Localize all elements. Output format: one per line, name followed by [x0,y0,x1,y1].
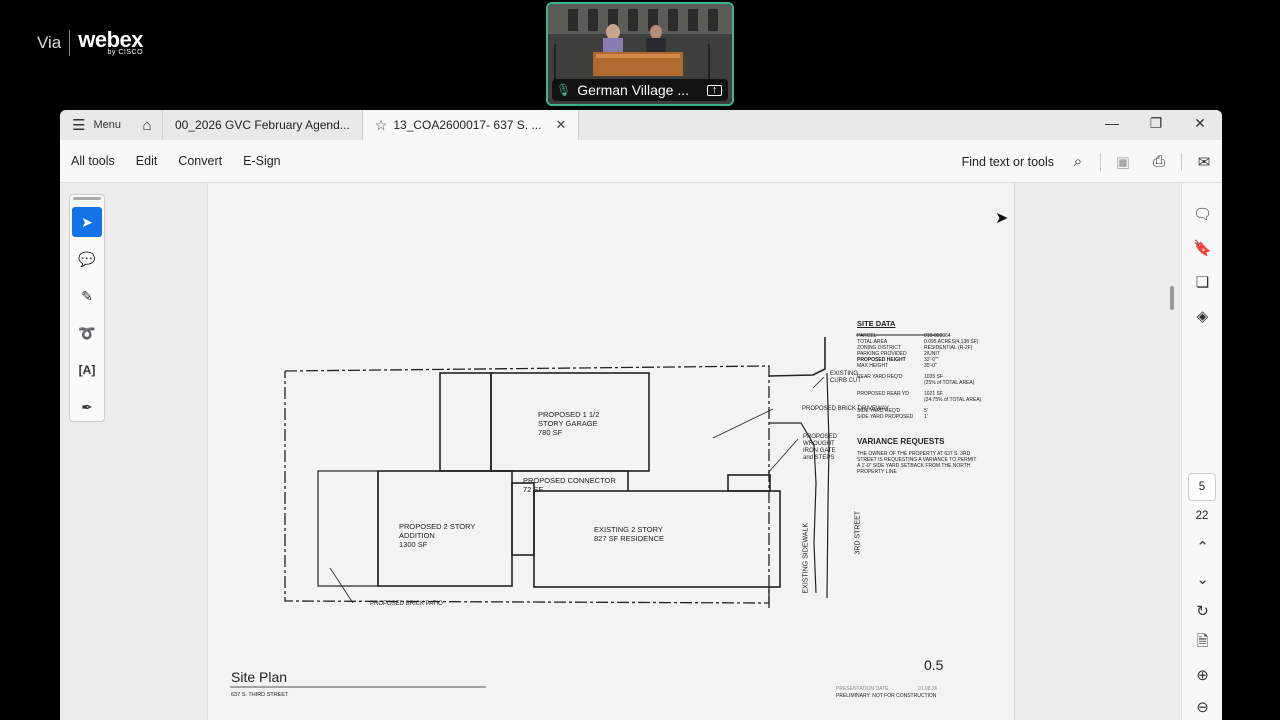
save-icon[interactable]: ▣ [1105,153,1141,171]
zoom-out-icon[interactable]: ⊖ [1182,691,1222,720]
window-controls: — ❐ ✕ [1090,110,1222,140]
rotate-icon[interactable]: ↻ [1182,595,1222,627]
main-toolbar: All tools Edit Convert E-Sign Find text … [60,140,1222,183]
preliminary-note: PRELIMINARY: NOT FOR CONSTRUCTION [836,693,937,699]
presentation-date: 01.08.26 [918,686,938,692]
esign-button[interactable]: E-Sign [243,154,281,168]
pdf-page[interactable]: SITE DATA PARCEL 010-003964 TOTAL AREA 0.09… [207,183,1015,720]
star-icon[interactable]: ☆ [375,117,388,134]
site-data-row: (25% of TOTAL AREA) [857,380,997,386]
layers-icon[interactable]: ◈ [1182,299,1222,333]
email-icon[interactable]: ✉ [1186,153,1222,171]
all-tools-button[interactable]: All tools [71,154,115,168]
site-data-row: SIDE YARD PROPOSED 1' [857,414,997,420]
pages-icon[interactable]: ❏ [1182,265,1222,299]
share-screen-icon[interactable]: ↑ [707,84,722,96]
site-data-value: (24.75% of TOTAL AREA) [924,397,982,403]
label-street: 3RD STREET [854,510,862,555]
page-up-icon[interactable]: ⌃ [1182,531,1222,563]
edit-button[interactable]: Edit [136,154,158,168]
webex-logo: webex [78,27,144,52]
right-rail: 🗨 🔖 ❏ ◈ 5 22 ⌃ ⌄ ↻ 🗎 ⊕ ⊖ [1181,183,1222,720]
quick-tools-panel: ➤ 💬 ✎ ➰ [A] ✒ [69,194,105,422]
hamburger-icon: ☰ [72,117,86,134]
extract-page-icon[interactable]: 🗎 [1182,627,1222,659]
menu-label: Menu [93,119,121,131]
acrobat-window: ☰ Menu ⌂ 00_2026 GVC February Agend... ☆… [60,110,1222,720]
site-data-title: SITE DATA [857,319,896,328]
sheet-number: 0.5 [924,657,944,673]
site-data-key: SIDE YARD PROPOSED [857,414,914,420]
highlight-icon[interactable]: ✎ [72,281,102,311]
participant-label: 🎙 German Village ... ↑ [552,79,728,101]
zoom-in-icon[interactable]: ⊕ [1182,659,1222,691]
site-data-key: MAX HEIGHT [857,363,889,369]
close-window-icon[interactable]: ✕ [1178,110,1222,140]
toolbar-divider [1181,152,1182,171]
variance-title: VARIANCE REQUESTS [857,437,945,446]
sheet-subtitle: 637 S. THIRD STREET [231,692,289,698]
label-garage: PROPOSED 1 1/2 STORY GARAGE 780 SF [538,410,600,437]
page-down-icon[interactable]: ⌄ [1182,563,1222,595]
add-comment-icon[interactable]: 💬 [72,244,102,274]
label-patio: PROPOSED BRICK PATIO [370,601,443,607]
site-data-row: MAX HEIGHT 35'-0" [857,363,997,369]
site-data-value: (25% of TOTAL AREA) [924,380,975,386]
restore-icon[interactable]: ❐ [1134,110,1178,140]
find-text-button[interactable]: Find text or tools [962,155,1054,169]
site-data-key [857,380,924,386]
participant-video-tile[interactable]: 🎙 German Village ... ↑ [546,2,734,106]
sheet-title: Site Plan [231,669,288,685]
panel-grip[interactable] [73,197,101,200]
label-sidewalk: EXISTING SIDEWALK [802,522,810,594]
webex-branding: Via webex by CISCO [37,27,144,56]
participant-name: German Village ... [577,82,690,98]
brand-divider [69,30,71,56]
print-icon[interactable]: ⎙ [1141,153,1177,170]
current-page-field[interactable]: 5 [1188,473,1216,501]
convert-button[interactable]: Convert [178,154,222,168]
label-connector: PROPOSED CONNECTOR 72 SF [523,476,616,494]
draw-freeform-icon[interactable]: ➰ [72,318,102,348]
bookmarks-icon[interactable]: 🔖 [1182,231,1222,265]
label-curb-cut: EXISTING CURB CUT [830,371,861,384]
home-icon[interactable]: ⌂ [132,117,162,134]
scrollbar-thumb[interactable] [1170,286,1174,310]
variance-text: THE OWNER OF THE PROPERTY AT 637 S. 3RD … [857,451,977,475]
label-gate: PROPOSED WROUGHT IRON GATE and STEPS [803,434,838,461]
tab-agenda[interactable]: 00_2026 GVC February Agend... [162,110,363,140]
mouse-cursor-icon: ➤ [995,210,1009,227]
label-residence: EXISTING 2 STORY 827 SF RESIDENCE [594,525,665,543]
menu-button[interactable]: ☰ Menu [60,116,132,134]
add-text-icon[interactable]: [A] [72,355,102,385]
microphone-icon: 🎙 [556,83,572,97]
tab-coa-document[interactable]: ☆ 13_COA2600017- 637 S. ... ✕ [362,110,580,140]
tab-label: 00_2026 GVC February Agend... [175,118,350,132]
site-data-key [857,397,924,403]
total-pages: 22 [1195,510,1209,522]
select-tool-icon[interactable]: ➤ [72,207,102,237]
label-addition: PROPOSED 2 STORY ADDITION 1300 SF [399,522,476,549]
comments-icon[interactable]: 🗨 [1182,197,1222,231]
search-icon[interactable]: ⌕ [1060,153,1096,170]
tab-label: 13_COA2600017- 637 S. ... [393,118,542,132]
close-tab-icon[interactable]: ✕ [555,117,566,133]
site-data-row: (24.75% of TOTAL AREA) [857,397,997,403]
tab-bar: ☰ Menu ⌂ 00_2026 GVC February Agend... ☆… [60,110,1222,140]
presentation-date-label: PRESENTATION DATE [836,686,889,692]
label-driveway: PROPOSED BRICK DRIVEWAY [802,406,890,412]
site-data-value: 35'-0" [924,363,937,369]
toolbar-right: Find text or tools ⌕ ▣ ⎙ ✉ [962,140,1222,183]
minimize-icon[interactable]: — [1090,110,1134,140]
site-data-value: 1' [924,414,928,420]
fill-sign-icon[interactable]: ✒ [72,392,102,422]
via-label: Via [37,33,62,52]
toolbar-divider [1100,152,1101,171]
